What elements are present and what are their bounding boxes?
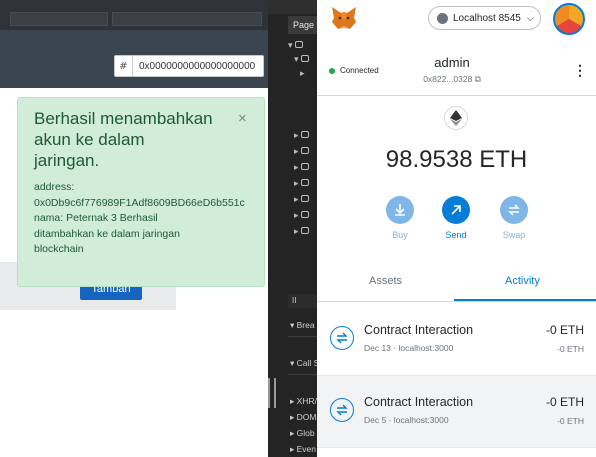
download-icon <box>386 196 414 224</box>
success-toast: Berhasil menambahkan akun ke dalam jarin… <box>17 97 265 287</box>
splitter-handle[interactable] <box>268 378 276 408</box>
transaction-subtitle: Dec 13 · localhost:3000 <box>364 343 454 353</box>
topbar-tab[interactable] <box>10 12 108 26</box>
toast-message-1: ditambahkan ke dalam jaringan <box>34 227 180 240</box>
hash-prefix: # <box>115 56 133 76</box>
transaction-amount-secondary: -0 ETH <box>557 344 584 354</box>
arrow-up-right-icon <box>442 196 470 224</box>
account-address[interactable]: 0x822...0328 ⧉ <box>397 74 507 85</box>
network-name: Localhost 8545 <box>453 12 521 24</box>
transaction-amount-secondary: -0 ETH <box>557 416 584 426</box>
account-address-text: 0x822...0328 <box>423 74 473 84</box>
toast-name: nama: Peternak 3 Berhasil <box>34 212 158 224</box>
panel-label: XHR/ <box>296 396 317 406</box>
toast-address-value: 0x0Db9c6f776989F1Adf8609BD66eD6b551c <box>34 196 245 209</box>
swap-icon <box>500 196 528 224</box>
account-menu-icon[interactable]: ⋮ <box>573 62 587 79</box>
account-avatar[interactable] <box>553 3 585 35</box>
swap-button[interactable]: Swap <box>494 196 534 240</box>
info-icon <box>437 12 448 24</box>
metamask-popup: Localhost 8545 ⌵ Connected admin 0x822..… <box>317 0 596 457</box>
copy-icon[interactable]: ⧉ <box>475 74 481 84</box>
ethereum-icon <box>444 106 468 130</box>
transaction-title: Contract Interaction <box>364 395 474 409</box>
network-selector[interactable]: Localhost 8545 ⌵ <box>428 6 541 30</box>
panel-label: DOM <box>296 412 317 422</box>
hash-input[interactable]: # 0x0000000000000000000 <box>114 55 264 77</box>
panel-label: Glob <box>296 428 315 438</box>
transaction-row[interactable]: Contract Interaction Dec 5 · localhost:3… <box>317 376 596 448</box>
panel-label: Even <box>296 444 317 454</box>
toast-title: Berhasil menambahkan akun ke dalam jarin… <box>34 109 213 170</box>
swap-label: Swap <box>502 230 526 240</box>
hash-value[interactable]: 0x0000000000000000000 <box>133 61 255 72</box>
tab-assets[interactable]: Assets <box>369 275 402 287</box>
web-app: # 0x0000000000000000000 Tambah Berhasil … <box>0 0 268 457</box>
topbar-tab[interactable] <box>112 12 262 26</box>
status-dot-icon <box>329 67 335 74</box>
transaction-title: Contract Interaction <box>364 323 474 337</box>
toast-body: address: 0x0Db9c6f776989F1Adf8609BD66eD6… <box>34 180 268 258</box>
transaction-subtitle: Dec 5 · localhost:3000 <box>364 415 449 425</box>
close-icon[interactable]: × <box>238 110 247 127</box>
connection-status[interactable]: Connected <box>329 66 379 75</box>
buy-button[interactable]: Buy <box>380 196 420 240</box>
active-tab-indicator <box>454 299 596 301</box>
account-bar: Connected admin 0x822...0328 ⧉ ⋮ <box>317 46 596 96</box>
panel-label: Call S <box>296 358 320 368</box>
toast-message-2: blockchain <box>34 243 84 255</box>
send-button[interactable]: Send <box>436 196 476 240</box>
toast-address-label: address: <box>34 181 75 193</box>
ethereum-diamond-icon <box>450 110 462 126</box>
wallet-tabs: Assets Activity <box>317 264 596 302</box>
app-topbar <box>0 0 268 30</box>
transaction-amount: -0 ETH <box>545 395 584 409</box>
contract-interaction-icon <box>330 398 354 422</box>
transaction-amount: -0 ETH <box>545 323 584 337</box>
metamask-fox-icon[interactable] <box>331 6 357 30</box>
transaction-row[interactable]: Contract Interaction Dec 13 · localhost:… <box>317 304 596 376</box>
chevron-down-icon: ⌵ <box>526 12 534 23</box>
account-name: admin <box>434 55 470 70</box>
metamask-header: Localhost 8545 ⌵ <box>317 0 596 38</box>
tab-page[interactable]: Page <box>288 16 318 34</box>
connection-status-label: Connected <box>340 66 379 75</box>
tab-activity[interactable]: Activity <box>505 275 540 287</box>
panel-label: Brea <box>296 320 315 330</box>
buy-label: Buy <box>392 230 408 240</box>
send-label: Send <box>445 230 467 240</box>
contract-interaction-icon <box>330 326 354 350</box>
balance: 98.9538 ETH <box>385 146 528 173</box>
